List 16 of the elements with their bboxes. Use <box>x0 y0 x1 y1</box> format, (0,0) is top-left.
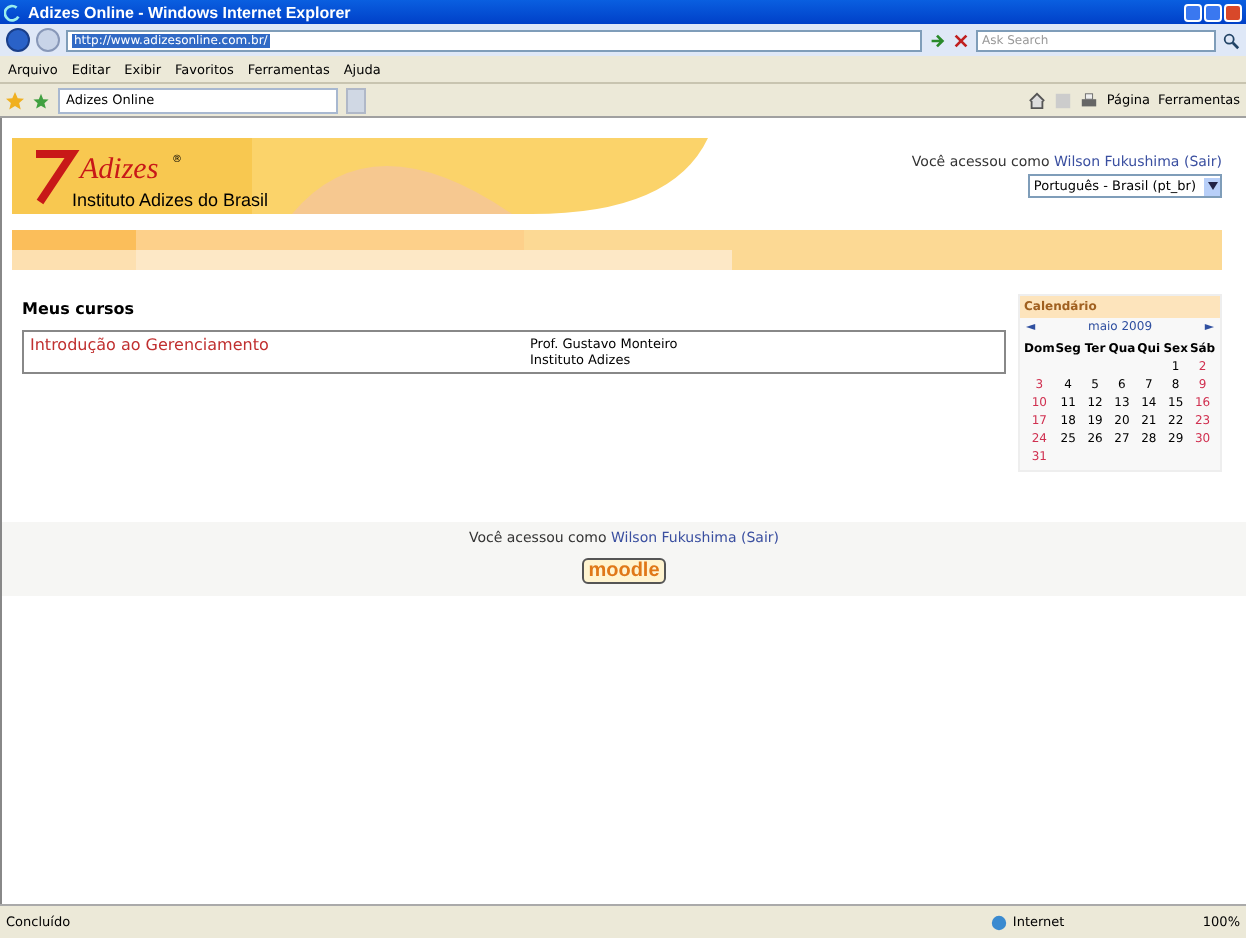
maximize-button[interactable] <box>1204 3 1222 21</box>
home-icon[interactable] <box>1028 91 1047 109</box>
course-link[interactable]: Introdução ao Gerenciamento <box>30 336 530 368</box>
caret-icon <box>1207 182 1217 190</box>
search-icon[interactable] <box>1222 31 1240 49</box>
star-icon[interactable] <box>6 91 24 109</box>
minimize-button[interactable] <box>1184 3 1202 21</box>
browser-icon <box>4 3 22 21</box>
close-button[interactable] <box>1224 3 1242 21</box>
window-title: Adizes Online - Windows Internet Explorer <box>28 3 353 21</box>
globe-icon <box>990 913 1009 931</box>
section-title: Meus cursos <box>22 300 137 318</box>
stop-icon[interactable] <box>952 31 970 49</box>
back-button[interactable] <box>6 28 30 52</box>
add-favorite-icon[interactable] <box>32 91 50 109</box>
printer-icon[interactable] <box>1080 91 1099 109</box>
